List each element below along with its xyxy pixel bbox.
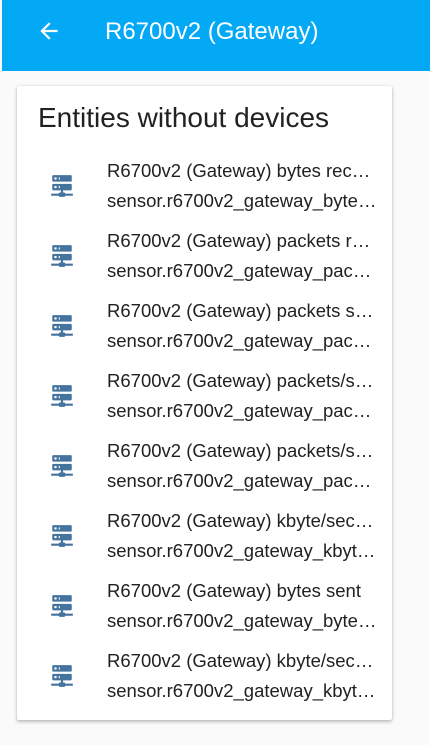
entity-row[interactable]: R6700v2 (Gateway) packets received senso… xyxy=(17,226,392,296)
entity-name: R6700v2 (Gateway) packets/sec received xyxy=(107,370,377,391)
entity-name: R6700v2 (Gateway) packets/sec sent xyxy=(107,440,377,461)
entity-id: sensor.r6700v2_gateway_packets_received xyxy=(107,260,377,281)
server-network-icon xyxy=(51,595,73,617)
entity-row[interactable]: R6700v2 (Gateway) bytes sent sensor.r670… xyxy=(17,576,392,646)
server-network-icon xyxy=(51,175,73,197)
entity-row[interactable]: R6700v2 (Gateway) packets/sec received s… xyxy=(17,366,392,436)
entity-id: sensor.r6700v2_gateway_kbyte_sec_receive… xyxy=(107,540,377,561)
entity-id: sensor.r6700v2_gateway_bytes_sent xyxy=(107,610,377,631)
entity-row[interactable]: R6700v2 (Gateway) kbyte/sec sent sensor.… xyxy=(17,646,392,716)
server-network-icon xyxy=(51,245,73,267)
screen: R6700v2 (Gateway) Entities without devic… xyxy=(0,0,430,745)
entity-text: R6700v2 (Gateway) packets received senso… xyxy=(107,226,377,286)
entity-row[interactable]: R6700v2 (Gateway) kbyte/sec received sen… xyxy=(17,506,392,576)
entity-id: sensor.r6700v2_gateway_packets_per_sec_r… xyxy=(107,400,377,421)
entity-name: R6700v2 (Gateway) bytes received xyxy=(107,160,377,181)
entity-text: R6700v2 (Gateway) packets sent sensor.r6… xyxy=(107,296,377,356)
server-network-icon xyxy=(51,315,73,337)
entities-card: Entities without devices R6700v2 (Gatewa… xyxy=(17,86,392,720)
back-button[interactable] xyxy=(32,14,66,48)
entity-name: R6700v2 (Gateway) kbyte/sec sent xyxy=(107,650,377,671)
entity-row[interactable]: R6700v2 (Gateway) packets/sec sent senso… xyxy=(17,436,392,506)
entity-text: R6700v2 (Gateway) kbyte/sec received sen… xyxy=(107,506,377,566)
app-bar: R6700v2 (Gateway) xyxy=(2,0,430,71)
entity-name: R6700v2 (Gateway) packets sent xyxy=(107,300,377,321)
entity-row[interactable]: R6700v2 (Gateway) packets sent sensor.r6… xyxy=(17,296,392,366)
server-network-icon xyxy=(51,525,73,547)
server-network-icon xyxy=(51,455,73,477)
entity-text: R6700v2 (Gateway) packets/sec received s… xyxy=(107,366,377,426)
card-title: Entities without devices xyxy=(38,102,330,133)
entity-row[interactable]: R6700v2 (Gateway) bytes received sensor.… xyxy=(17,156,392,226)
entity-text: R6700v2 (Gateway) packets/sec sent senso… xyxy=(107,436,377,496)
page-title: R6700v2 (Gateway) xyxy=(105,18,319,45)
entity-list: R6700v2 (Gateway) bytes received sensor.… xyxy=(17,156,392,716)
server-network-icon xyxy=(51,665,73,687)
arrow-left-icon xyxy=(40,22,58,40)
entity-name: R6700v2 (Gateway) packets received xyxy=(107,230,377,251)
entity-text: R6700v2 (Gateway) kbyte/sec sent sensor.… xyxy=(107,646,377,706)
server-network-icon xyxy=(51,385,73,407)
entity-text: R6700v2 (Gateway) bytes received sensor.… xyxy=(107,156,377,216)
entity-text: R6700v2 (Gateway) bytes sent sensor.r670… xyxy=(107,576,377,636)
entity-id: sensor.r6700v2_gateway_packets_per_sec_s… xyxy=(107,470,377,491)
entity-id: sensor.r6700v2_gateway_packets_sent xyxy=(107,330,377,351)
entity-id: sensor.r6700v2_gateway_kbyte_sec_sent xyxy=(107,680,377,701)
entity-name: R6700v2 (Gateway) kbyte/sec received xyxy=(107,510,377,531)
entity-id: sensor.r6700v2_gateway_bytes_received xyxy=(107,190,377,211)
entity-name: R6700v2 (Gateway) bytes sent xyxy=(107,580,361,601)
